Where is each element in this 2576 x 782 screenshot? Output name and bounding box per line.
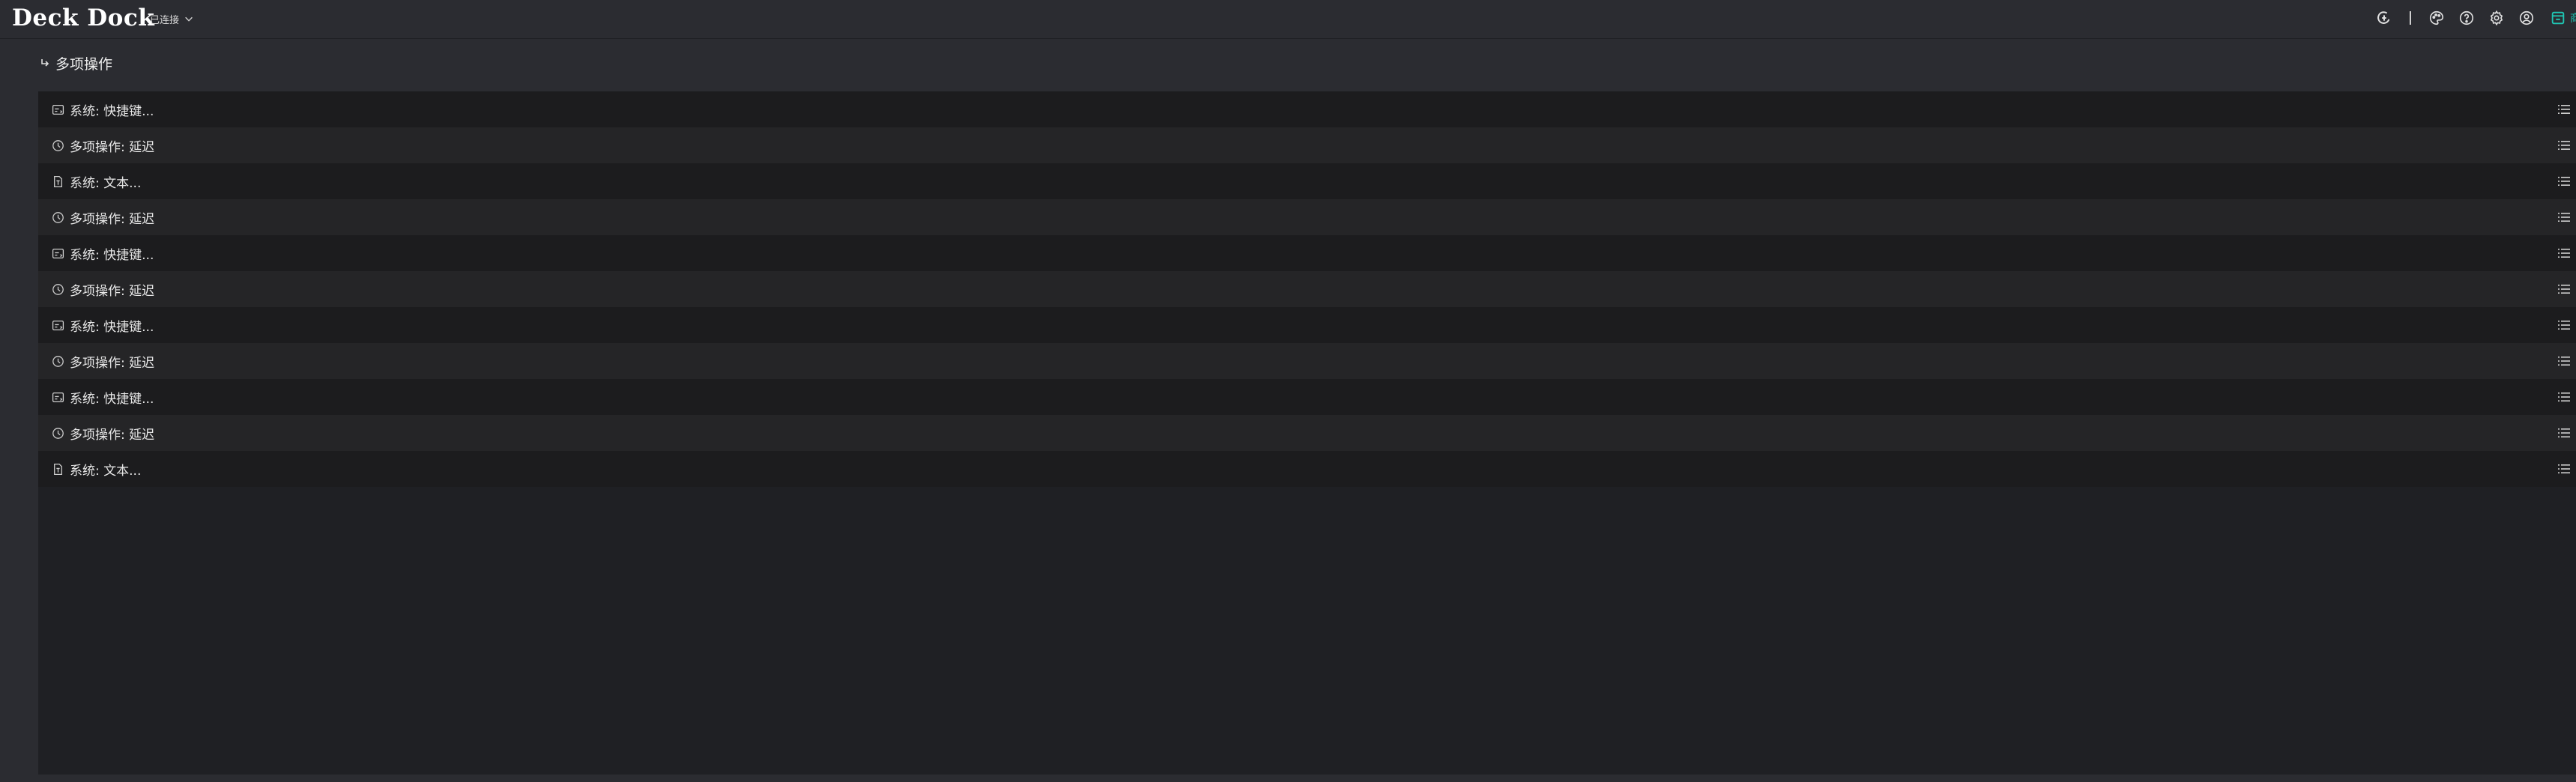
user-circle-icon — [2519, 10, 2534, 25]
account-button[interactable] — [2516, 7, 2537, 28]
action-label: 系统: 文本... — [70, 175, 142, 191]
document-icon — [53, 463, 62, 475]
action-menu-button[interactable] — [2555, 352, 2573, 370]
keyboard-icon — [52, 248, 64, 258]
list-menu-icon — [2558, 105, 2570, 114]
action-label: 多项操作: 延迟 — [70, 355, 155, 371]
action-row[interactable]: 系统: 快捷键... — [38, 379, 2576, 415]
action-label: 多项操作: 延迟 — [70, 283, 155, 299]
list-menu-icon — [2558, 285, 2570, 294]
brand-logo-icon — [2377, 11, 2390, 24]
palette-icon — [2430, 10, 2444, 25]
action-label: 系统: 快捷键... — [70, 391, 154, 407]
toolbar-icons: 商 — [2365, 7, 2576, 28]
action-menu-button[interactable] — [2555, 316, 2573, 334]
action-label: 系统: 文本... — [70, 463, 142, 479]
action-row[interactable]: 系统: 快捷键... — [38, 91, 2576, 127]
action-menu-button[interactable] — [2555, 280, 2573, 298]
action-menu-button[interactable] — [2555, 388, 2573, 406]
action-row[interactable]: 多项操作: 延迟 — [38, 127, 2576, 163]
keyboard-icon — [52, 104, 64, 115]
action-menu-button[interactable] — [2555, 460, 2573, 478]
action-row[interactable]: 多项操作: 延迟 — [38, 415, 2576, 451]
action-row[interactable]: 多项操作: 延迟 — [38, 271, 2576, 307]
action-row[interactable]: 系统: 快捷键... — [38, 235, 2576, 271]
action-label: 系统: 快捷键... — [70, 247, 154, 263]
action-label: 多项操作: 延迟 — [70, 427, 155, 443]
chevron-down-icon — [185, 16, 193, 22]
action-menu-button[interactable] — [2555, 136, 2573, 154]
store-icon — [2551, 11, 2565, 25]
list-menu-icon — [2558, 249, 2570, 258]
list-menu-icon — [2558, 321, 2570, 330]
breadcrumb: 多项操作 — [39, 52, 112, 73]
action-row[interactable]: 多项操作: 延迟 — [38, 199, 2576, 235]
action-list-panel: 系统: 快捷键... 多项操作: 延迟 系统: 文本... 多项操作: 延迟 系… — [38, 91, 2576, 775]
theme-button[interactable] — [2426, 7, 2447, 28]
action-menu-button[interactable] — [2555, 208, 2573, 226]
app-title: Deck Dock — [12, 4, 155, 31]
clock-icon — [52, 355, 64, 367]
clock-icon — [52, 139, 64, 151]
action-menu-button[interactable] — [2555, 244, 2573, 262]
connection-status-dropdown[interactable]: 已连接 — [150, 10, 194, 27]
list-menu-icon — [2558, 392, 2570, 401]
toolbar-divider — [2410, 11, 2411, 25]
action-row[interactable]: 系统: 文本... — [38, 163, 2576, 199]
gear-icon — [2490, 10, 2503, 26]
action-label: 多项操作: 延迟 — [70, 139, 155, 155]
settings-button[interactable] — [2486, 7, 2507, 28]
page-title: 多项操作 — [55, 55, 113, 73]
list-menu-icon — [2558, 464, 2570, 473]
action-label: 系统: 快捷键... — [70, 103, 154, 119]
list-menu-icon — [2558, 428, 2570, 437]
clock-icon — [52, 211, 64, 223]
keyboard-icon — [52, 392, 64, 402]
connection-status-label: 已连接 — [150, 14, 180, 26]
action-label: 多项操作: 延迟 — [70, 211, 155, 227]
back-arrow-icon[interactable] — [39, 57, 51, 69]
top-bar: Deck Dock 已连接 商 — [0, 0, 2576, 39]
action-row[interactable]: 多项操作: 延迟 — [38, 343, 2576, 379]
logo-toggle-button[interactable] — [2374, 7, 2395, 28]
clock-icon — [52, 427, 64, 439]
list-menu-icon — [2558, 213, 2570, 222]
list-menu-icon — [2558, 141, 2570, 150]
list-menu-icon — [2558, 177, 2570, 186]
action-menu-button[interactable] — [2555, 424, 2573, 442]
keyboard-icon — [52, 320, 64, 330]
list-menu-icon — [2558, 357, 2570, 366]
store-label-truncated[interactable]: 商 — [2570, 10, 2576, 25]
help-button[interactable] — [2456, 7, 2477, 28]
document-icon — [53, 175, 62, 187]
store-button[interactable] — [2549, 7, 2567, 28]
action-label: 系统: 快捷键... — [70, 319, 154, 335]
help-icon — [2459, 10, 2474, 25]
action-row[interactable]: 系统: 快捷键... — [38, 307, 2576, 343]
action-menu-button[interactable] — [2555, 100, 2573, 118]
action-row[interactable]: 系统: 文本... — [38, 451, 2576, 487]
action-menu-button[interactable] — [2555, 172, 2573, 190]
clock-icon — [52, 283, 64, 295]
